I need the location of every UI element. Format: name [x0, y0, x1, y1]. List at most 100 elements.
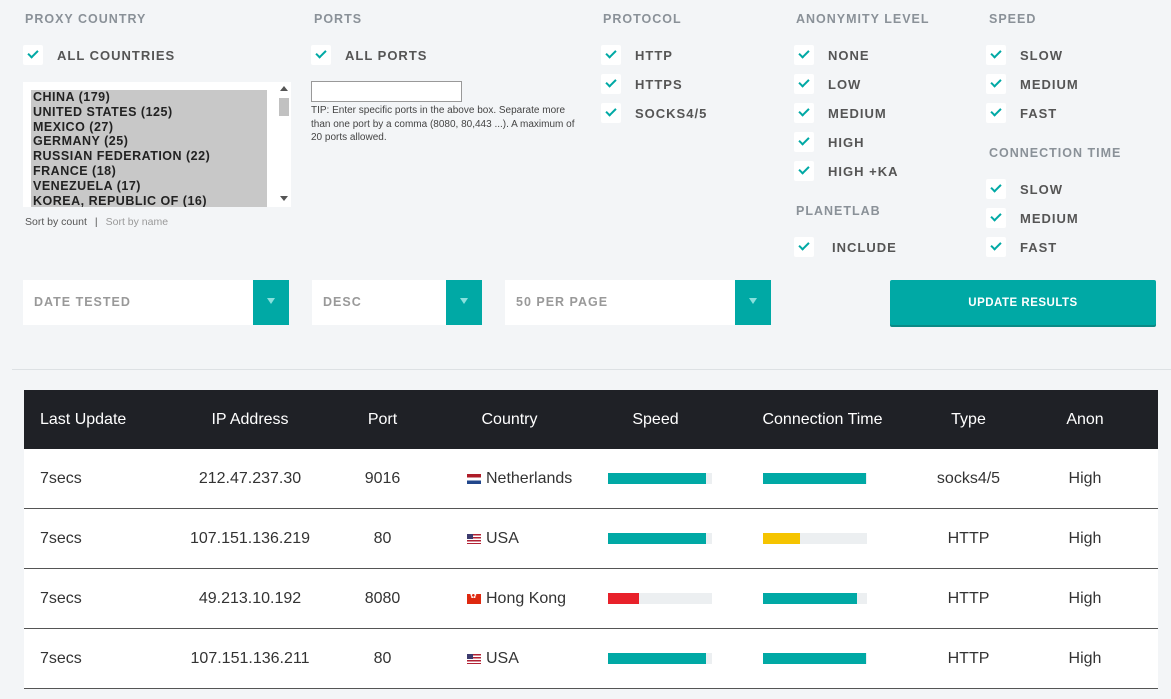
- conn-fast-checkbox[interactable]: FAST: [986, 236, 1057, 258]
- country-name: Hong Kong: [486, 589, 567, 607]
- connection-time-header: CONNECTION TIME: [989, 146, 1122, 160]
- sort-by-name-link[interactable]: Sort by name: [106, 216, 168, 228]
- country-option[interactable]: MEXICO (27): [31, 120, 267, 135]
- sort-field-value: DATE TESTED: [34, 295, 131, 309]
- connection-time-cell: [733, 653, 912, 664]
- column-header-port[interactable]: Port: [324, 411, 441, 429]
- anonymity-header: ANONYMITY LEVEL: [796, 12, 930, 26]
- column-header-connection-time[interactable]: Connection Time: [733, 411, 912, 429]
- scroll-thumb[interactable]: [279, 98, 289, 116]
- table-row[interactable]: 7secs 49.213.10.192 8080 Hong Kong HTTP High: [24, 569, 1158, 629]
- protocol-http-checkbox[interactable]: HTTP: [601, 44, 673, 66]
- speed-bar-fill: [608, 593, 640, 604]
- table-row[interactable]: 7secs 107.151.136.219 80 USA HTTP High: [24, 509, 1158, 569]
- sort-by-count-link[interactable]: Sort by count: [25, 216, 87, 228]
- sort-order-select[interactable]: DESC: [312, 280, 482, 325]
- anon-high-checkbox[interactable]: HIGH: [794, 131, 865, 153]
- planetlab-header: PLANETLAB: [796, 204, 881, 218]
- speed-fast-checkbox[interactable]: FAST: [986, 102, 1057, 124]
- type-cell: HTTP: [947, 589, 990, 607]
- anon-high-ka-checkbox[interactable]: HIGH +KA: [794, 160, 898, 182]
- check-icon: [794, 237, 814, 257]
- check-icon: [794, 161, 814, 181]
- check-icon: [601, 74, 621, 94]
- chevron-down-icon[interactable]: [735, 280, 771, 325]
- speed-bar: [608, 473, 712, 484]
- sort-order-value: DESC: [323, 295, 362, 309]
- check-icon: [986, 74, 1006, 94]
- country-cell: Netherlands: [441, 470, 578, 488]
- column-header-ip-address[interactable]: IP Address: [176, 411, 324, 429]
- last-update-cell: 7secs: [40, 649, 82, 667]
- connection-time-bar-fill: [763, 533, 801, 544]
- ports-header: PORTS: [314, 12, 363, 26]
- chevron-down-icon[interactable]: [446, 280, 482, 325]
- ports-input[interactable]: [311, 81, 462, 102]
- country-option[interactable]: UNITED STATES (125): [31, 105, 267, 120]
- connection-time-bar-fill: [763, 653, 866, 664]
- country-listbox[interactable]: CHINA (179) UNITED STATES (125) MEXICO (…: [23, 82, 291, 207]
- check-icon: [23, 45, 43, 65]
- sort-field-select[interactable]: DATE TESTED: [23, 280, 289, 325]
- speed-cell: [578, 593, 733, 604]
- planetlab-include-checkbox[interactable]: INCLUDE: [794, 236, 897, 258]
- protocol-https-checkbox[interactable]: HTTPS: [601, 73, 683, 95]
- sort-separator: |: [94, 216, 98, 228]
- check-icon: [601, 45, 621, 65]
- country-scrollbar[interactable]: [277, 82, 291, 207]
- country-option[interactable]: FRANCE (18): [31, 164, 267, 179]
- country-cell: USA: [441, 530, 578, 548]
- speed-cell: [578, 533, 733, 544]
- scroll-up-icon[interactable]: [280, 86, 288, 91]
- table-header: Last Update IP Address Port Country Spee…: [24, 390, 1158, 449]
- protocol-socks-checkbox[interactable]: SOCKS4/5: [601, 102, 707, 124]
- all-countries-checkbox[interactable]: ALL COUNTRIES: [23, 44, 175, 66]
- protocol-label: HTTP: [635, 47, 673, 63]
- all-ports-checkbox[interactable]: ALL PORTS: [311, 44, 427, 66]
- country-option[interactable]: RUSSIAN FEDERATION (22): [31, 149, 267, 164]
- speed-label: MEDIUM: [1020, 76, 1079, 92]
- table-row[interactable]: 7secs 107.151.136.211 80 USA HTTP High: [24, 629, 1158, 689]
- port-cell: 8080: [364, 589, 401, 607]
- check-icon: [794, 74, 814, 94]
- connection-time-cell: [733, 593, 912, 604]
- speed-label: FAST: [1020, 105, 1058, 121]
- speed-slow-checkbox[interactable]: SLOW: [986, 44, 1063, 66]
- anon-none-checkbox[interactable]: NONE: [794, 44, 870, 66]
- planetlab-include-label: INCLUDE: [832, 239, 897, 255]
- connection-time-bar: [763, 473, 867, 484]
- table-row[interactable]: 7secs 212.47.237.30 9016 Netherlands socks4/…: [24, 449, 1158, 509]
- last-update-cell: 7secs: [40, 589, 82, 607]
- anon-cell: High: [1068, 649, 1102, 667]
- ip-address-cell: 212.47.237.30: [198, 469, 302, 487]
- conn-slow-checkbox[interactable]: SLOW: [986, 178, 1063, 200]
- column-header-type[interactable]: Type: [912, 411, 1025, 429]
- check-icon: [986, 45, 1006, 65]
- per-page-select[interactable]: 50 PER PAGE: [505, 280, 771, 325]
- scroll-down-icon[interactable]: [280, 196, 288, 201]
- last-update-cell: 7secs: [40, 469, 82, 487]
- country-option[interactable]: KOREA, REPUBLIC OF (16): [31, 194, 267, 207]
- connection-time-cell: [733, 473, 912, 484]
- anon-low-checkbox[interactable]: LOW: [794, 73, 861, 95]
- anon-medium-checkbox[interactable]: MEDIUM: [794, 102, 887, 124]
- country-option[interactable]: GERMANY (25): [31, 134, 267, 149]
- update-results-button[interactable]: UPDATE RESULTS: [890, 280, 1156, 325]
- country-name: USA: [486, 529, 519, 547]
- column-header-anon[interactable]: Anon: [1025, 411, 1145, 429]
- check-icon: [986, 237, 1006, 257]
- country-option[interactable]: CHINA (179): [31, 90, 267, 105]
- column-header-speed[interactable]: Speed: [578, 411, 733, 429]
- chevron-down-icon[interactable]: [253, 280, 289, 325]
- column-header-country[interactable]: Country: [441, 411, 578, 429]
- us-flag-icon: [467, 533, 481, 544]
- connection-time-bar-fill: [763, 473, 866, 484]
- conn-label: MEDIUM: [1020, 210, 1079, 226]
- country-option[interactable]: VENEZUELA (17): [31, 179, 267, 194]
- column-header-last-update[interactable]: Last Update: [24, 411, 176, 429]
- last-update-cell: 7secs: [40, 529, 82, 547]
- conn-medium-checkbox[interactable]: MEDIUM: [986, 207, 1079, 229]
- anon-label: MEDIUM: [828, 105, 887, 121]
- speed-medium-checkbox[interactable]: MEDIUM: [986, 73, 1079, 95]
- connection-time-bar: [763, 653, 867, 664]
